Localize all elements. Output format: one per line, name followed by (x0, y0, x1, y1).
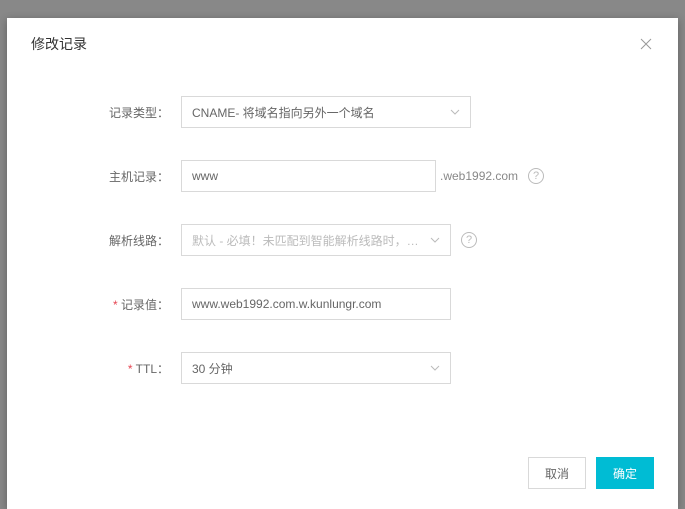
select-ttl-value: 30 分钟 (192, 360, 422, 377)
modal-footer: 取消 确定 (7, 443, 678, 509)
modal-header: 修改记录 (7, 18, 678, 66)
close-icon[interactable] (638, 36, 654, 52)
select-resolution-line-placeholder: 默认 - 必填！未匹配到智能解析线路时，返回【默认】线路... (192, 232, 422, 249)
input-record-value[interactable] (192, 297, 440, 311)
label-ttl: TTL： (31, 360, 181, 377)
row-host-record: 主机记录： .web1992.com ? (31, 160, 654, 192)
chevron-down-icon (430, 235, 440, 245)
label-record-type: 记录类型： (31, 104, 181, 121)
row-record-value: 记录值： (31, 288, 654, 320)
cancel-button[interactable]: 取消 (528, 457, 586, 489)
help-icon[interactable]: ? (461, 232, 477, 248)
modal-title: 修改记录 (31, 34, 87, 54)
label-resolution-line: 解析线路： (31, 232, 181, 249)
edit-record-modal: 修改记录 记录类型： CNAME- 将域名指向另外一个域名 主机记录： .web… (7, 18, 678, 509)
label-host-record: 主机记录： (31, 168, 181, 185)
select-ttl[interactable]: 30 分钟 (181, 352, 451, 384)
input-record-value-wrap (181, 288, 451, 320)
row-record-type: 记录类型： CNAME- 将域名指向另外一个域名 (31, 96, 654, 128)
chevron-down-icon (450, 107, 460, 117)
modal-body: 记录类型： CNAME- 将域名指向另外一个域名 主机记录： .web1992.… (7, 66, 678, 443)
input-host-record[interactable] (192, 169, 425, 183)
select-record-type-value: CNAME- 将域名指向另外一个域名 (192, 104, 442, 121)
row-resolution-line: 解析线路： 默认 - 必填！未匹配到智能解析线路时，返回【默认】线路... ? (31, 224, 654, 256)
select-resolution-line[interactable]: 默认 - 必填！未匹配到智能解析线路时，返回【默认】线路... (181, 224, 451, 256)
input-host-record-wrap (181, 160, 436, 192)
label-record-value: 记录值： (31, 296, 181, 313)
select-record-type[interactable]: CNAME- 将域名指向另外一个域名 (181, 96, 471, 128)
help-icon[interactable]: ? (528, 168, 544, 184)
chevron-down-icon (430, 363, 440, 373)
row-ttl: TTL： 30 分钟 (31, 352, 654, 384)
host-record-suffix: .web1992.com (440, 169, 518, 183)
confirm-button[interactable]: 确定 (596, 457, 654, 489)
